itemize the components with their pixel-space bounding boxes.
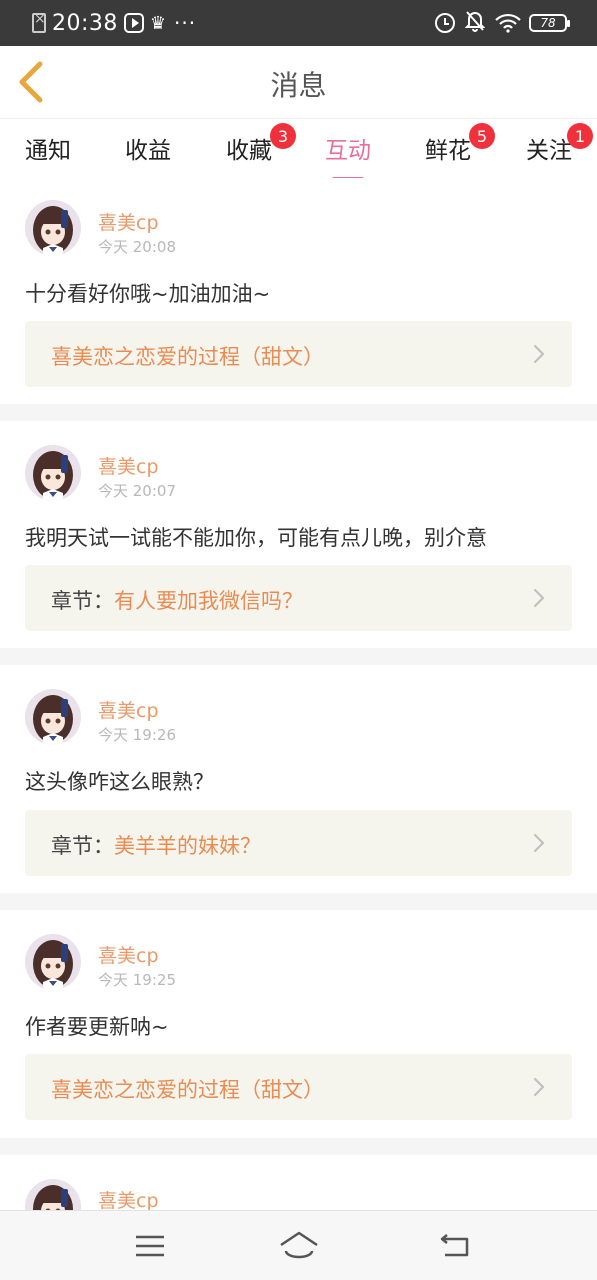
reference-title: 喜美恋之恋爱的过程（甜文） <box>51 345 324 369</box>
sim-off-icon <box>32 11 46 33</box>
home-icon <box>280 1231 318 1259</box>
tab-bar: 通知 收益 收藏 3 互动 鲜花 5 关注 1 <box>0 118 597 181</box>
video-icon <box>123 13 144 33</box>
message-item: 喜美cp 今天 19:26 这头像咋这么眼熟？ 章节：美羊羊的妹妹？ <box>0 665 597 893</box>
separator <box>0 404 597 421</box>
tab-follows[interactable]: 关注 1 <box>509 123 593 165</box>
tab-favorites[interactable]: 收藏 3 <box>209 123 296 165</box>
reference-label: 喜美恋之恋爱的过程（甜文） <box>51 341 324 371</box>
reference-title: 喜美恋之恋爱的过程（甜文） <box>51 1078 324 1102</box>
tab-label: 通知 <box>25 138 71 164</box>
comment-text: 这头像咋这么眼熟？ <box>25 770 214 794</box>
header: 消息 <box>0 46 597 118</box>
message-item: 喜美cp 今天 20:07 我明天试一试能不能加你，可能有点儿晚，别介意 章节：… <box>0 421 597 648</box>
reference-link[interactable]: 喜美恋之恋爱的过程（甜文） <box>25 321 572 387</box>
system-nav-bar <box>0 1210 597 1280</box>
reference-label: 章节：有人要加我微信吗？ <box>51 585 303 615</box>
message-item: 喜美cp 今天 20:08 十分看好你哦~加油加油~ 喜美恋之恋爱的过程（甜文） <box>0 178 597 404</box>
tab-label: 互动 <box>325 138 371 164</box>
crown-icon: ♛ <box>149 12 167 34</box>
reference-label: 章节：美羊羊的妹妹？ <box>51 830 261 860</box>
bell-muted-icon <box>464 10 486 37</box>
reference-link[interactable]: 喜美恋之恋爱的过程（甜文） <box>25 1054 572 1120</box>
comment-text: 作者要更新呐~ <box>25 1015 169 1039</box>
battery-level: 78 <box>540 16 556 30</box>
status-right: 78 <box>435 10 570 37</box>
battery-icon: 78 <box>529 14 570 32</box>
tab-badge: 5 <box>469 123 495 149</box>
avatar[interactable] <box>25 1179 81 1210</box>
wifi-icon <box>495 13 521 33</box>
username[interactable]: 喜美cp <box>98 941 159 968</box>
reference-prefix: 章节： <box>51 834 114 858</box>
tab-label: 鲜花 <box>425 138 471 164</box>
back-icon <box>440 1234 469 1257</box>
timestamp: 今天 19:26 <box>98 726 176 744</box>
separator <box>0 893 597 910</box>
separator <box>0 1138 597 1155</box>
reference-title: 有人要加我微信吗？ <box>114 589 303 613</box>
chevron-right-icon <box>533 344 545 364</box>
username[interactable]: 喜美cp <box>98 208 159 235</box>
reference-prefix: 章节： <box>51 589 114 613</box>
reference-link[interactable]: 章节：有人要加我微信吗？ <box>25 565 572 631</box>
username[interactable]: 喜美cp <box>98 696 159 723</box>
tab-notifications[interactable]: 通知 <box>8 131 88 165</box>
comment-text: 我明天试一试能不能加你，可能有点儿晚，别介意 <box>25 526 487 550</box>
menu-button[interactable] <box>130 1229 170 1263</box>
tab-flowers[interactable]: 鲜花 5 <box>408 123 495 165</box>
avatar[interactable] <box>25 689 81 745</box>
message-item: 喜美cp 今天 19:25 作者要更新呐~ 喜美恋之恋爱的过程（甜文） <box>0 910 597 1138</box>
tab-label: 收藏 <box>226 138 272 164</box>
timestamp: 今天 19:25 <box>98 971 176 989</box>
comment-text: 十分看好你哦~加油加油~ <box>25 282 271 306</box>
tab-badge: 1 <box>567 123 593 149</box>
tab-label: 收益 <box>125 138 171 164</box>
avatar[interactable] <box>25 200 81 256</box>
status-time: 20:38 <box>52 10 118 36</box>
status-left: 20:38 ♛ ··· <box>32 10 196 36</box>
back-nav-button[interactable] <box>435 1229 475 1263</box>
reference-link[interactable]: 章节：美羊羊的妹妹？ <box>25 810 572 876</box>
chevron-right-icon <box>533 833 545 853</box>
tab-earnings[interactable]: 收益 <box>108 131 188 165</box>
reference-title: 美羊羊的妹妹？ <box>114 834 261 858</box>
separator <box>0 648 597 665</box>
home-button[interactable] <box>278 1229 318 1263</box>
timestamp: 今天 20:08 <box>98 238 176 256</box>
chevron-right-icon <box>533 588 545 608</box>
tab-badge: 3 <box>270 123 296 149</box>
chevron-right-icon <box>533 1077 545 1097</box>
page-title: 消息 <box>270 69 327 102</box>
message-item: 喜美cp <box>0 1155 597 1210</box>
avatar[interactable] <box>25 934 81 990</box>
username[interactable]: 喜美cp <box>98 452 159 479</box>
timestamp: 今天 20:07 <box>98 482 176 500</box>
alarm-icon <box>435 13 455 33</box>
avatar[interactable] <box>25 445 81 501</box>
reference-label: 喜美恋之恋爱的过程（甜文） <box>51 1074 324 1104</box>
more-dots-icon: ··· <box>174 11 197 35</box>
username[interactable]: 喜美cp <box>98 1186 159 1210</box>
tab-interactions[interactable]: 互动 <box>308 131 388 181</box>
status-bar: 20:38 ♛ ··· 78 <box>0 0 597 46</box>
tab-label: 关注 <box>526 138 572 164</box>
menu-icon <box>136 1235 164 1257</box>
